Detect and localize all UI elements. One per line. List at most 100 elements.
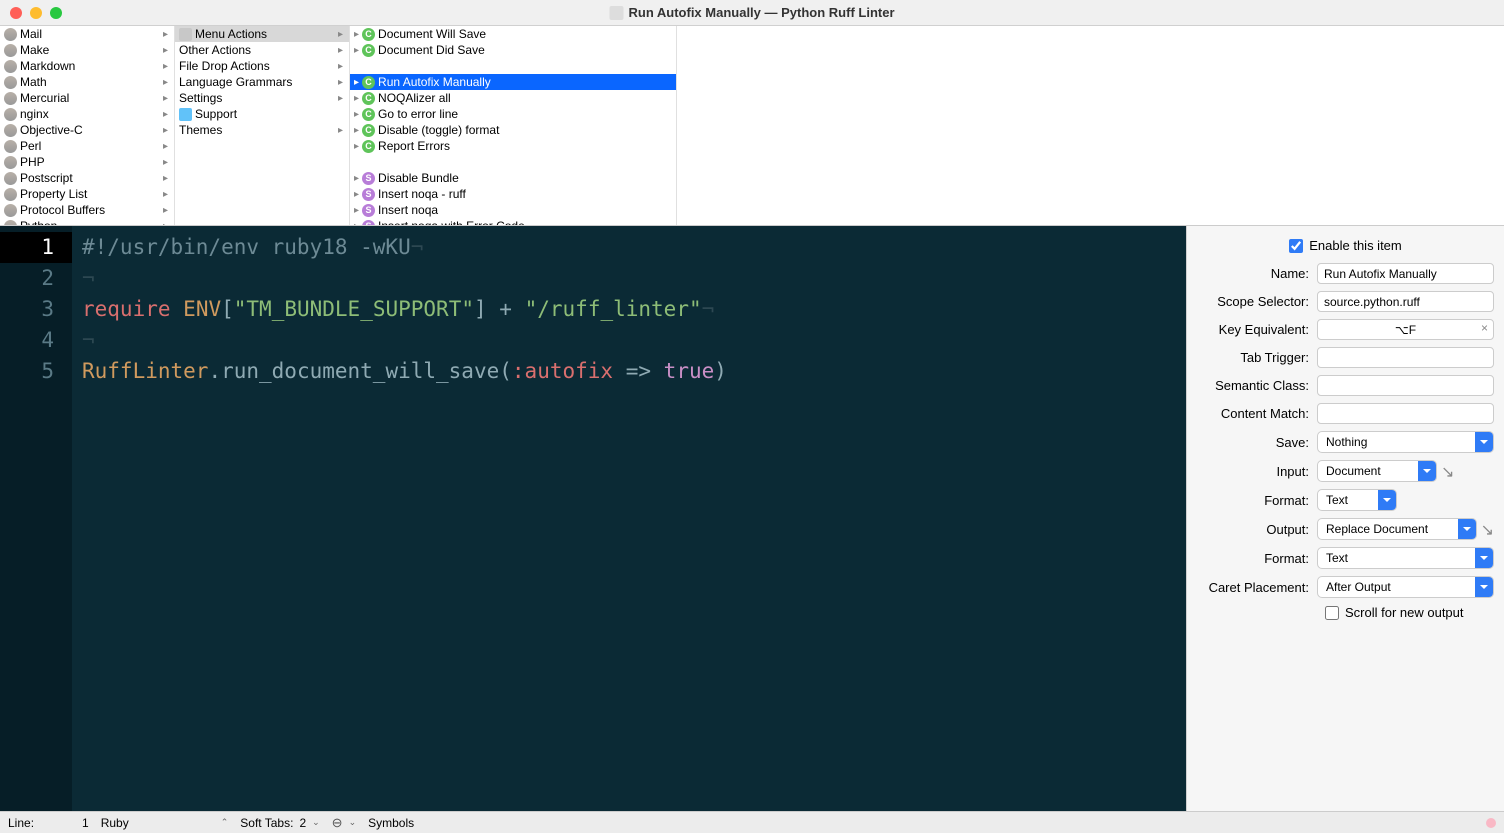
category-item[interactable]: Language Grammars▸	[175, 74, 349, 90]
language-item[interactable]: Math▸	[0, 74, 174, 90]
bundle-item[interactable]: ▸SInsert noqa with Error Code	[350, 218, 676, 225]
chevron-right-icon: ▸	[163, 93, 168, 104]
caret-select[interactable]: After Output	[1317, 576, 1494, 598]
output-select[interactable]: Replace Document	[1317, 518, 1477, 540]
language-item[interactable]: PHP▸	[0, 154, 174, 170]
language-item[interactable]: Markdown▸	[0, 58, 174, 74]
bundle-item[interactable]: ▸CDocument Will Save	[350, 26, 676, 42]
language-label: Math	[20, 75, 47, 89]
bundle-item[interactable]: ▸SInsert noqa	[350, 202, 676, 218]
language-item[interactable]: Make▸	[0, 42, 174, 58]
language-icon	[4, 60, 17, 73]
foldergray-icon	[179, 28, 192, 41]
category-item[interactable]: Support	[175, 106, 349, 122]
minimize-window-button[interactable]	[30, 7, 42, 19]
close-window-button[interactable]	[10, 7, 22, 19]
scroll-output-checkbox[interactable]	[1325, 606, 1339, 620]
category-item[interactable]: Other Actions▸	[175, 42, 349, 58]
chevron-right-icon: ▸	[354, 189, 359, 200]
chevron-down-icon: ⌄	[312, 817, 320, 828]
inspector-panel: Enable this item Name: Scope Selector: K…	[1186, 226, 1504, 811]
decrease-icon[interactable]: ⊖	[332, 815, 343, 831]
category-column[interactable]: Menu Actions▸Other Actions▸File Drop Act…	[175, 26, 350, 225]
language-item[interactable]: Property List▸	[0, 186, 174, 202]
code-line[interactable]: ¬	[82, 325, 727, 356]
code-editor[interactable]: 12345 #!/usr/bin/env ruby18 -wKU¬¬requir…	[0, 226, 1186, 811]
language-item[interactable]: Perl ▸	[0, 138, 174, 154]
language-icon	[4, 76, 17, 89]
language-column[interactable]: Mail▸Make▸Markdown▸Math▸Mercurial▸nginx▸…	[0, 26, 175, 225]
items-column[interactable]: ▸CDocument Will Save▸CDocument Did Save ▸…	[350, 26, 677, 225]
bundle-item[interactable]: ▸CNOQAlizer all	[350, 90, 676, 106]
chevron-right-icon: ▸	[163, 173, 168, 184]
semantic-input[interactable]	[1317, 375, 1494, 396]
bundle-item[interactable]: ▸SDisable Bundle	[350, 170, 676, 186]
code-line[interactable]: require ENV["TM_BUNDLE_SUPPORT"] + "/ruf…	[82, 294, 727, 325]
zoom-window-button[interactable]	[50, 7, 62, 19]
bundle-item[interactable]: ▸CDisable (toggle) format	[350, 122, 676, 138]
save-select[interactable]: Nothing	[1317, 431, 1494, 453]
softtabs-selector[interactable]: Soft Tabs: 2 ⌄	[240, 816, 319, 830]
scope-input[interactable]	[1317, 291, 1494, 312]
input-label: Input:	[1197, 464, 1317, 479]
chevron-right-icon: ▸	[354, 173, 359, 184]
key-equivalent-input[interactable]	[1317, 319, 1494, 340]
chevron-right-icon: ▸	[163, 141, 168, 152]
code-line[interactable]: RuffLinter.run_document_will_save(:autof…	[82, 356, 727, 387]
language-icon	[4, 108, 17, 121]
bundle-item-label: Disable Bundle	[378, 171, 459, 185]
chevron-right-icon: ▸	[338, 93, 343, 104]
category-item[interactable]: Themes▸	[175, 122, 349, 138]
line-number[interactable]: 3	[0, 294, 72, 325]
snippet-icon: S	[362, 172, 375, 185]
name-input[interactable]	[1317, 263, 1494, 284]
folder-icon	[179, 108, 192, 121]
language-item[interactable]: Mail▸	[0, 26, 174, 42]
caret-label: Caret Placement:	[1197, 580, 1317, 595]
input-select[interactable]: Document	[1317, 460, 1437, 482]
line-number[interactable]: 1	[0, 232, 72, 263]
chevron-right-icon: ▸	[163, 157, 168, 168]
bundle-item[interactable]: ▸CDocument Did Save	[350, 42, 676, 58]
language-label: Perl	[20, 139, 41, 153]
bundle-item[interactable]: ▸SInsert noqa - ruff	[350, 186, 676, 202]
bundle-item[interactable]: ▸CRun Autofix Manually	[350, 74, 676, 90]
input-format-select[interactable]: Text	[1317, 489, 1397, 511]
bundle-item[interactable]: ▸CGo to error line	[350, 106, 676, 122]
language-item[interactable]: Python▸	[0, 218, 174, 225]
chevron-updown-icon: ⌃	[221, 817, 229, 828]
code-line[interactable]: ¬	[82, 263, 727, 294]
language-selector[interactable]: Ruby ⌃	[101, 816, 229, 830]
category-label: Settings	[179, 91, 222, 105]
language-item[interactable]: Mercurial ▸	[0, 90, 174, 106]
chevron-down-icon: ⌄	[349, 817, 357, 828]
category-item[interactable]: File Drop Actions▸	[175, 58, 349, 74]
language-label: Mercurial	[20, 91, 69, 105]
record-indicator-icon[interactable]	[1486, 818, 1496, 828]
symbols-selector[interactable]: Symbols	[368, 816, 414, 830]
line-number[interactable]: 4	[0, 325, 72, 356]
category-item[interactable]: Menu Actions▸	[175, 26, 349, 42]
line-number[interactable]: 2	[0, 263, 72, 294]
bundle-item-label: NOQAlizer all	[378, 91, 451, 105]
scope-label: Scope Selector:	[1197, 294, 1317, 309]
code-line[interactable]: #!/usr/bin/env ruby18 -wKU¬	[82, 232, 727, 263]
line-number[interactable]: 5	[0, 356, 72, 387]
semantic-label: Semantic Class:	[1197, 378, 1317, 393]
bundle-item[interactable]: ▸CReport Errors	[350, 138, 676, 154]
language-item[interactable]: Protocol Buffers▸	[0, 202, 174, 218]
output-format-select[interactable]: Text	[1317, 547, 1494, 569]
language-item[interactable]: nginx▸	[0, 106, 174, 122]
language-item[interactable]: Postscript▸	[0, 170, 174, 186]
code-area[interactable]: #!/usr/bin/env ruby18 -wKU¬¬require ENV[…	[72, 226, 727, 811]
language-item[interactable]: Objective-C▸	[0, 122, 174, 138]
enable-item-checkbox[interactable]	[1289, 239, 1303, 253]
status-bar: Line: 1 Ruby ⌃ Soft Tabs: 2 ⌄ ⊖ ⌄ Symbol…	[0, 811, 1504, 833]
category-item[interactable]: Settings ▸	[175, 90, 349, 106]
clear-key-icon[interactable]: ×	[1481, 321, 1488, 335]
tab-trigger-input[interactable]	[1317, 347, 1494, 368]
chevron-right-icon: ▸	[163, 45, 168, 56]
chevron-right-icon: ▸	[338, 125, 343, 136]
content-match-input[interactable]	[1317, 403, 1494, 424]
chevron-right-icon: ▸	[338, 77, 343, 88]
